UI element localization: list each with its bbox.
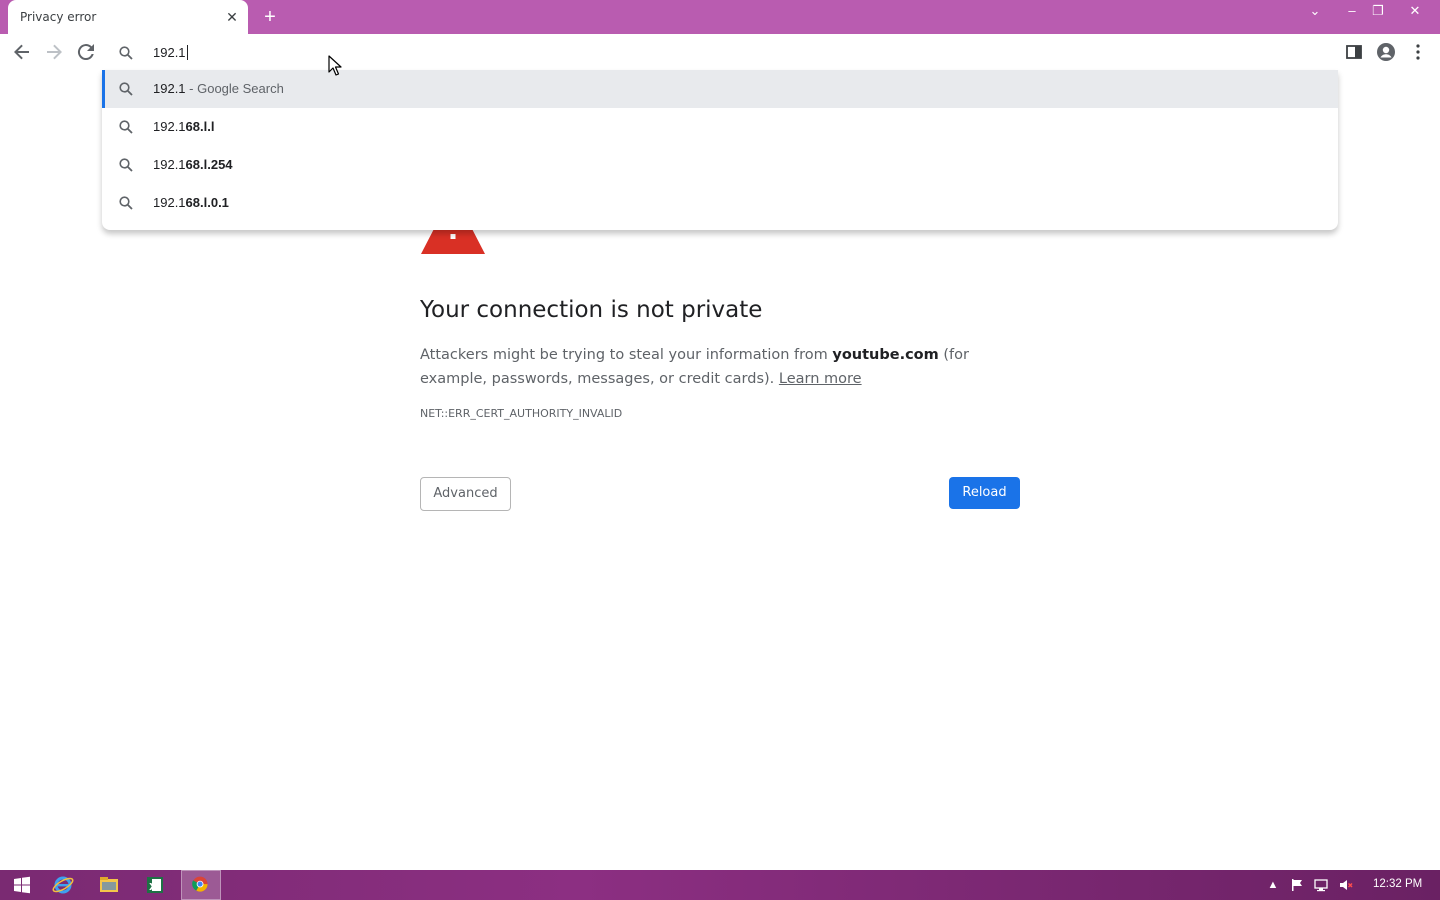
suggestion-item[interactable]: 192.168.l.0.1 <box>102 184 1338 222</box>
action-center-flag-icon[interactable] <box>1289 877 1305 893</box>
network-icon[interactable] <box>1313 877 1329 893</box>
suggestion-text: 192.168.l.254 <box>153 157 233 172</box>
error-description: Attackers might be trying to steal your … <box>420 347 969 387</box>
tab-title: Privacy error <box>20 10 97 24</box>
tab-close-icon[interactable]: ✕ <box>224 9 240 25</box>
search-icon <box>119 82 133 96</box>
page-title: Your connection is not private <box>420 297 763 323</box>
close-window-button[interactable]: ✕ <box>1400 2 1430 22</box>
forward-arrow-icon[interactable] <box>42 40 66 64</box>
back-arrow-icon[interactable] <box>10 40 34 64</box>
suggestion-item[interactable]: 192.1 - Google Search <box>102 70 1338 108</box>
volume-muted-icon[interactable] <box>1338 877 1354 893</box>
mouse-cursor-icon <box>328 55 342 76</box>
taskbar: X ▲ 12:32 PM <box>0 870 1440 900</box>
chrome-taskbar-icon[interactable] <box>181 870 221 900</box>
error-code: NET::ERR_CERT_AUTHORITY_INVALID <box>420 407 623 420</box>
search-icon <box>119 120 133 134</box>
suggestion-text: 192.168.l.0.1 <box>153 195 229 210</box>
address-bar[interactable]: 192.1 <box>102 36 1338 70</box>
omnibox-suggestions: 192.1 - Google Search 192.168.l.l 192.16… <box>102 70 1338 230</box>
suggestion-text: 192.1 - Google Search <box>153 81 284 96</box>
svg-text:X: X <box>149 882 157 893</box>
domain-name: youtube.com <box>832 347 939 363</box>
reload-button[interactable]: Reload <box>949 477 1020 509</box>
tab-privacy-error[interactable]: Privacy error ✕ <box>8 0 248 34</box>
file-explorer-icon[interactable] <box>89 870 129 900</box>
show-hidden-icons-icon[interactable]: ▲ <box>1265 877 1281 893</box>
profile-avatar-icon[interactable] <box>1376 42 1396 62</box>
windows-logo-icon <box>14 876 30 894</box>
start-button[interactable] <box>2 870 42 900</box>
internet-explorer-icon[interactable] <box>43 870 83 900</box>
new-tab-button[interactable]: + <box>260 6 280 28</box>
suggestion-item[interactable]: 192.168.l.254 <box>102 146 1338 184</box>
browser-toolbar: 192.1 <box>0 34 1440 70</box>
side-panel-icon[interactable] <box>1344 42 1364 62</box>
suggestion-text: 192.168.l.l <box>153 119 215 134</box>
search-icon <box>119 158 133 172</box>
reload-icon[interactable] <box>74 40 98 64</box>
warning-triangle-icon <box>420 228 486 256</box>
search-icon <box>119 46 133 60</box>
learn-more-link[interactable]: Learn more <box>779 371 862 387</box>
restore-button[interactable]: ❐ <box>1363 2 1393 22</box>
advanced-button[interactable]: Advanced <box>420 477 511 511</box>
excel-icon[interactable]: X <box>135 870 175 900</box>
more-menu-icon[interactable] <box>1408 42 1428 62</box>
tab-search-icon[interactable]: ⌄ <box>1300 2 1330 22</box>
search-icon <box>119 196 133 210</box>
address-input[interactable]: 192.1 <box>153 45 188 60</box>
taskbar-clock[interactable]: 12:32 PM <box>1373 878 1422 890</box>
tab-strip: Privacy error ✕ + ⌄ – ❐ ✕ <box>0 0 1440 34</box>
suggestion-item[interactable]: 192.168.l.l <box>102 108 1338 146</box>
